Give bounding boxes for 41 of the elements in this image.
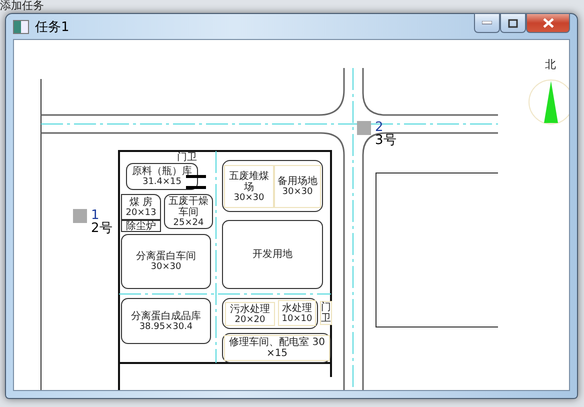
background-text: 添加任务	[0, 0, 44, 12]
building-name: 分离蛋白车间	[136, 251, 196, 262]
building-size: 20×13	[126, 208, 156, 218]
marker-number: 1	[91, 209, 100, 222]
building-name: 五废堆煤场	[228, 170, 270, 192]
building-name: 水处理	[282, 302, 312, 314]
maximize-button[interactable]	[500, 13, 526, 33]
marker-number: 2	[375, 121, 384, 134]
building-size: 38.95×30.4	[139, 322, 193, 332]
marker-square[interactable]	[73, 209, 87, 223]
building-size: 30×30	[234, 192, 264, 202]
building-size: 20×20	[234, 314, 266, 324]
building-name: 原料（瓶）库	[132, 166, 192, 177]
building-size: 31.4×15	[142, 177, 182, 187]
close-icon	[542, 18, 554, 28]
marker-square[interactable]	[357, 121, 371, 135]
gate-label: 门卫	[177, 152, 197, 163]
building-name: 五废干燥车间	[168, 196, 210, 218]
app-icon	[13, 20, 29, 34]
building-name: 修理车间、配电室 30×15	[228, 337, 326, 359]
building-name: 煤 房	[129, 196, 153, 208]
building-size: 30×30	[282, 187, 313, 197]
north-arrow-icon	[528, 80, 569, 124]
maximize-icon	[508, 18, 518, 28]
building-size: 25×24	[173, 218, 204, 228]
building-name: 污水处理	[230, 304, 270, 314]
close-button[interactable]	[526, 13, 570, 33]
north-label: 北	[545, 57, 556, 72]
building-name: 开发用地	[252, 249, 292, 260]
building-name: 备用场地	[278, 176, 318, 187]
gate-label: 门卫	[320, 301, 332, 325]
double-bar-icon	[186, 175, 206, 189]
minimize-button[interactable]	[474, 13, 500, 33]
window-title: 任务1	[35, 18, 70, 36]
building-size: 10×10	[282, 314, 312, 324]
marker-label: 2号	[91, 222, 112, 235]
building-size: 30×30	[150, 262, 182, 272]
marker-label: 3号	[375, 134, 396, 147]
minimize-icon	[482, 21, 492, 25]
building-name: 除尘炉	[126, 220, 156, 232]
building-name: 分离蛋白成品库	[131, 310, 201, 322]
